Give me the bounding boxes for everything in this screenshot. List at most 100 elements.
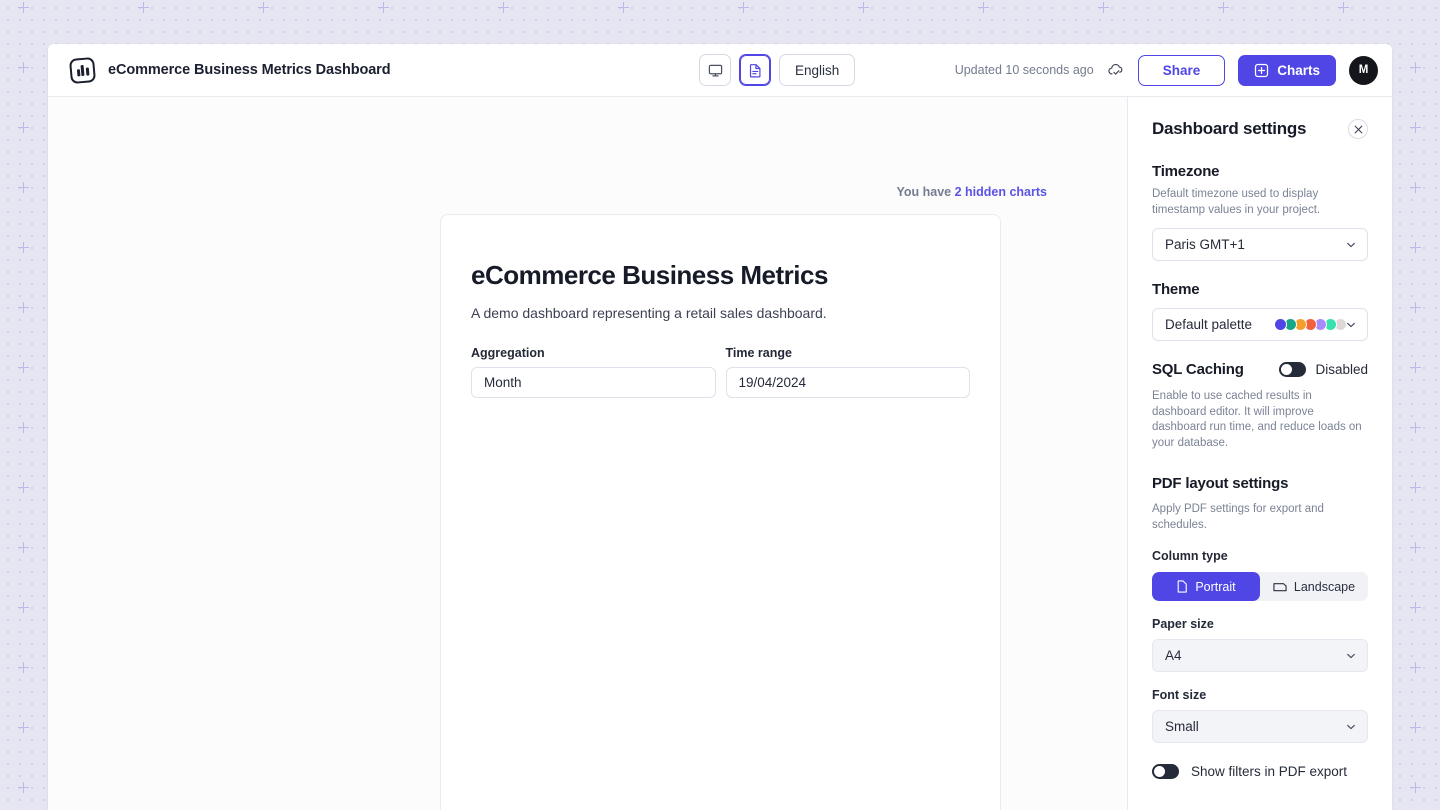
aggregation-select[interactable]: Month — [471, 367, 716, 398]
document-icon — [749, 63, 761, 77]
grid-cross-icon — [18, 422, 29, 433]
pdf-layout-section: PDF layout settings Apply PDF settings f… — [1152, 475, 1368, 780]
grid-cross-icon — [18, 602, 29, 613]
dashboard-settings-panel: Dashboard settings Timezone Default time… — [1128, 97, 1392, 810]
timezone-select[interactable]: Paris GMT+1 — [1152, 228, 1368, 262]
plus-square-icon — [1255, 63, 1269, 77]
grid-cross-icon — [1410, 302, 1421, 313]
grid-cross-icon — [1410, 602, 1421, 613]
panel-title: Dashboard settings — [1152, 119, 1307, 138]
dashboard-card: eCommerce Business Metrics A demo dashbo… — [440, 214, 1001, 810]
monitor-icon-button[interactable] — [699, 54, 731, 86]
sql-caching-control: Disabled — [1279, 362, 1368, 378]
avatar[interactable]: M — [1349, 55, 1378, 85]
grid-cross-icon — [498, 2, 509, 13]
grid-cross-icon — [1410, 482, 1421, 493]
add-charts-label: Charts — [1277, 62, 1320, 78]
show-filters-toggle[interactable] — [1152, 764, 1179, 780]
grid-cross-icon — [18, 542, 29, 553]
grid-cross-icon — [18, 302, 29, 313]
grid-cross-icon — [18, 482, 29, 493]
theme-heading: Theme — [1152, 281, 1200, 299]
hidden-charts-prefix: You have — [896, 185, 955, 199]
sql-caching-toggle[interactable] — [1279, 362, 1307, 378]
sql-caching-state: Disabled — [1315, 362, 1368, 378]
share-button[interactable]: Share — [1137, 54, 1226, 86]
grid-cross-icon — [738, 2, 749, 13]
brand: eCommerce Business Metrics Dashboard — [68, 56, 391, 84]
chevron-down-icon — [1347, 724, 1355, 729]
grid-cross-icon — [18, 782, 29, 793]
grid-cross-icon — [1410, 242, 1421, 253]
hidden-charts-note: You have 2 hidden charts — [896, 185, 1047, 199]
grid-cross-icon — [18, 662, 29, 673]
app-body: You have 2 hidden charts eCommerce Busin… — [48, 97, 1392, 810]
timezone-value: Paris GMT+1 — [1165, 237, 1245, 253]
grid-cross-icon — [18, 242, 29, 253]
sql-caching-header: SQL Caching Disabled — [1152, 361, 1368, 378]
pdf-description: Apply PDF settings for export and schedu… — [1152, 503, 1324, 531]
column-type-label: Column type — [1152, 549, 1228, 564]
close-panel-button[interactable] — [1348, 119, 1368, 139]
chevron-down-icon — [1347, 242, 1355, 247]
chart-logo-icon — [68, 56, 97, 84]
filter-label: Aggregation — [471, 346, 545, 360]
font-size-label: Font size — [1152, 688, 1207, 703]
grid-cross-icon — [1410, 62, 1421, 73]
paper-size-value: A4 — [1165, 648, 1182, 664]
theme-select[interactable]: Default palette — [1152, 308, 1368, 342]
app-window: eCommerce Business Metrics Dashboard Eng… — [48, 44, 1392, 810]
dashboard-filters: Aggregation Month Time range 19/04/2024 — [471, 346, 970, 398]
grid-cross-icon — [858, 2, 869, 13]
portrait-option[interactable]: Portrait — [1152, 572, 1260, 602]
palette-swatches — [1274, 318, 1348, 332]
view-mode-group: English — [699, 44, 856, 96]
sql-caching-heading: SQL Caching — [1152, 361, 1244, 379]
grid-cross-icon — [18, 62, 29, 73]
grid-cross-icon — [1338, 2, 1349, 13]
top-toolbar: eCommerce Business Metrics Dashboard Eng… — [48, 44, 1392, 97]
grid-cross-icon — [378, 2, 389, 13]
column-type-segmented-control: Portrait Landscape — [1152, 572, 1368, 602]
portrait-label: Portrait — [1195, 579, 1236, 594]
filter-aggregation: Aggregation Month — [471, 346, 716, 398]
time-range-input[interactable]: 19/04/2024 — [725, 367, 970, 398]
grid-cross-icon — [18, 122, 29, 133]
grid-cross-icon — [1410, 182, 1421, 193]
panel-header: Dashboard settings — [1152, 119, 1368, 139]
font-size-select[interactable]: Small — [1152, 710, 1368, 744]
desktop-backdrop: eCommerce Business Metrics Dashboard Eng… — [0, 0, 1440, 810]
dashboard-subtitle: A demo dashboard representing a retail s… — [471, 305, 827, 321]
chevron-down-icon — [1347, 653, 1355, 658]
grid-cross-icon — [18, 2, 29, 13]
grid-cross-icon — [258, 2, 269, 13]
sql-caching-section: SQL Caching Disabled Enable to use cache… — [1152, 361, 1368, 451]
add-charts-button[interactable]: Charts — [1238, 54, 1336, 86]
timezone-section: Timezone Default timezone used to displa… — [1152, 163, 1368, 262]
grid-cross-icon — [618, 2, 629, 13]
cloud-check-icon — [1108, 63, 1123, 75]
paper-size-label: Paper size — [1152, 617, 1214, 632]
document-icon-button[interactable] — [739, 54, 771, 86]
grid-cross-icon — [18, 362, 29, 373]
page-portrait-icon — [1178, 580, 1188, 593]
show-filters-row: Show filters in PDF export — [1152, 764, 1368, 780]
dashboard-canvas: You have 2 hidden charts eCommerce Busin… — [48, 97, 1128, 810]
close-icon — [1354, 125, 1362, 133]
language-button[interactable]: English — [779, 54, 856, 86]
grid-cross-icon — [978, 2, 989, 13]
toolbar-actions: Updated 10 seconds ago Share Charts M — [955, 54, 1378, 86]
dashboard-title: eCommerce Business Metrics — [471, 260, 828, 290]
theme-section: Theme Default palette — [1152, 281, 1368, 342]
grid-cross-icon — [18, 182, 29, 193]
grid-cross-icon — [1410, 122, 1421, 133]
grid-cross-icon — [1410, 662, 1421, 673]
grid-cross-icon — [1410, 422, 1421, 433]
grid-cross-icon — [1410, 362, 1421, 373]
theme-value: Default palette — [1165, 317, 1253, 333]
font-size-value: Small — [1165, 719, 1199, 735]
hidden-charts-link[interactable]: 2 hidden charts — [955, 185, 1047, 199]
landscape-option[interactable]: Landscape — [1260, 572, 1368, 601]
paper-size-select[interactable]: A4 — [1152, 639, 1368, 673]
show-filters-label: Show filters in PDF export — [1191, 764, 1348, 780]
